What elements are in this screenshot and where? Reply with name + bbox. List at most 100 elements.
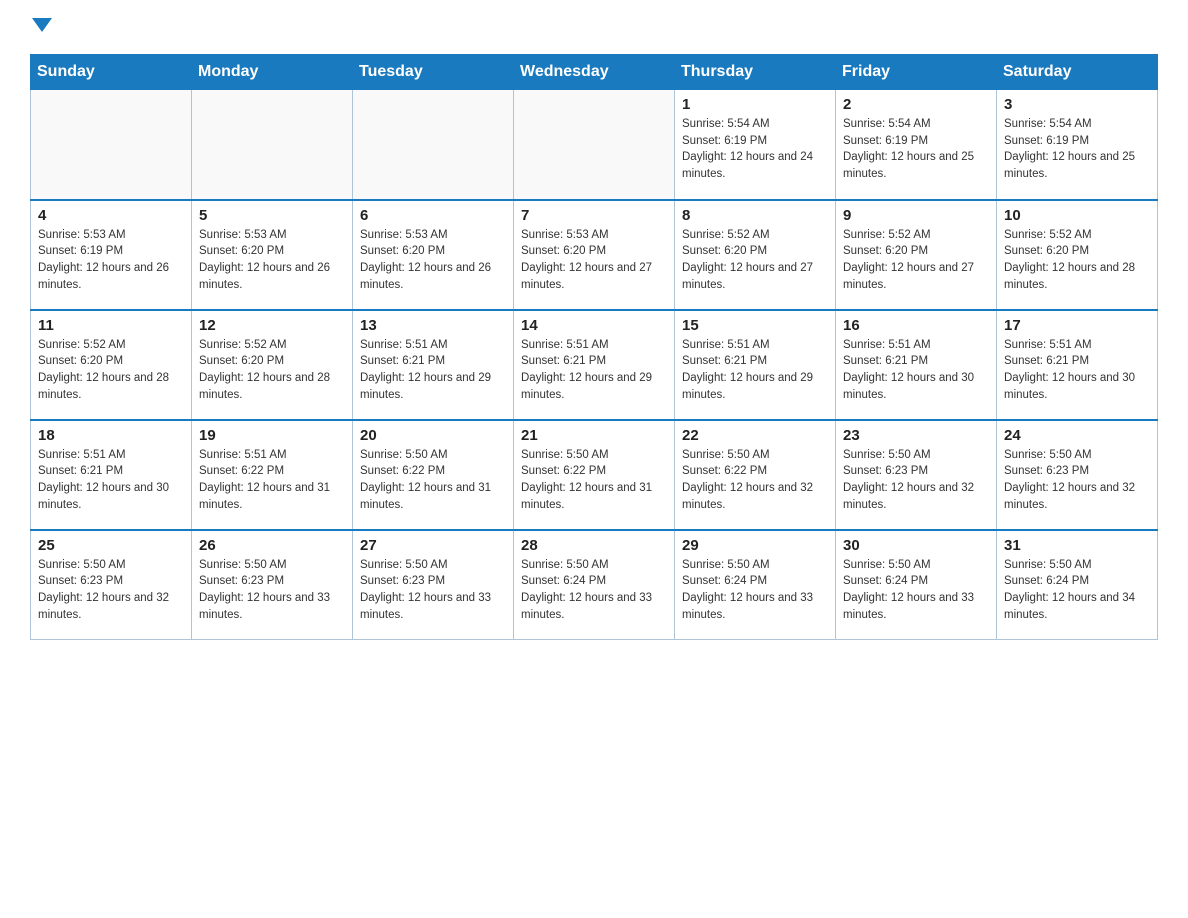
calendar-cell: 8 Sunrise: 5:52 AMSunset: 6:20 PMDaylight… bbox=[675, 200, 836, 310]
calendar-week-row: 1 Sunrise: 5:54 AMSunset: 6:19 PMDaylight… bbox=[31, 90, 1158, 200]
calendar-cell: 30 Sunrise: 5:50 AMSunset: 6:24 PMDayligh… bbox=[836, 530, 997, 640]
day-info: Sunrise: 5:50 AMSunset: 6:23 PMDaylight:… bbox=[360, 557, 506, 624]
day-info: Sunrise: 5:52 AMSunset: 6:20 PMDaylight:… bbox=[199, 337, 345, 404]
day-info: Sunrise: 5:51 AMSunset: 6:21 PMDaylight:… bbox=[360, 337, 506, 404]
calendar-cell: 13 Sunrise: 5:51 AMSunset: 6:21 PMDayligh… bbox=[353, 310, 514, 420]
calendar-cell: 20 Sunrise: 5:50 AMSunset: 6:22 PMDayligh… bbox=[353, 420, 514, 530]
calendar-cell: 4 Sunrise: 5:53 AMSunset: 6:19 PMDaylight… bbox=[31, 200, 192, 310]
calendar-cell bbox=[514, 90, 675, 200]
day-info: Sunrise: 5:53 AMSunset: 6:20 PMDaylight:… bbox=[199, 227, 345, 294]
day-info: Sunrise: 5:50 AMSunset: 6:23 PMDaylight:… bbox=[1004, 447, 1150, 514]
calendar-cell: 10Sunrise: 5:52 AMSunset: 6:20 PMDayligh… bbox=[997, 200, 1158, 310]
day-number: 31 bbox=[1004, 537, 1150, 554]
day-info: Sunrise: 5:54 AMSunset: 6:19 PMDaylight:… bbox=[1004, 116, 1150, 183]
day-number: 5 bbox=[199, 207, 345, 224]
weekday-header-row: SundayMondayTuesdayWednesdayThursdayFrid… bbox=[31, 55, 1158, 90]
day-info: Sunrise: 5:50 AMSunset: 6:24 PMDaylight:… bbox=[1004, 557, 1150, 624]
day-info: Sunrise: 5:52 AMSunset: 6:20 PMDaylight:… bbox=[38, 337, 184, 404]
weekday-header-sunday: Sunday bbox=[31, 55, 192, 90]
day-number: 26 bbox=[199, 537, 345, 554]
calendar-week-row: 11 Sunrise: 5:52 AMSunset: 6:20 PMDayligh… bbox=[31, 310, 1158, 420]
day-number: 1 bbox=[682, 96, 828, 113]
day-number: 7 bbox=[521, 207, 667, 224]
day-number: 19 bbox=[199, 427, 345, 444]
day-info: Sunrise: 5:51 AMSunset: 6:21 PMDaylight:… bbox=[38, 447, 184, 514]
calendar-week-row: 4 Sunrise: 5:53 AMSunset: 6:19 PMDaylight… bbox=[31, 200, 1158, 310]
calendar-cell: 23 Sunrise: 5:50 AMSunset: 6:23 PMDayligh… bbox=[836, 420, 997, 530]
day-number: 17 bbox=[1004, 317, 1150, 334]
calendar-week-row: 25 Sunrise: 5:50 AMSunset: 6:23 PMDayligh… bbox=[31, 530, 1158, 640]
day-info: Sunrise: 5:50 AMSunset: 6:24 PMDaylight:… bbox=[843, 557, 989, 624]
weekday-header-tuesday: Tuesday bbox=[353, 55, 514, 90]
weekday-header-thursday: Thursday bbox=[675, 55, 836, 90]
day-info: Sunrise: 5:51 AMSunset: 6:21 PMDaylight:… bbox=[682, 337, 828, 404]
day-info: Sunrise: 5:50 AMSunset: 6:23 PMDaylight:… bbox=[843, 447, 989, 514]
day-number: 14 bbox=[521, 317, 667, 334]
calendar-cell: 24Sunrise: 5:50 AMSunset: 6:23 PMDayligh… bbox=[997, 420, 1158, 530]
calendar-cell: 29Sunrise: 5:50 AMSunset: 6:24 PMDayligh… bbox=[675, 530, 836, 640]
day-number: 16 bbox=[843, 317, 989, 334]
day-info: Sunrise: 5:52 AMSunset: 6:20 PMDaylight:… bbox=[843, 227, 989, 294]
day-info: Sunrise: 5:51 AMSunset: 6:22 PMDaylight:… bbox=[199, 447, 345, 514]
calendar-cell: 31 Sunrise: 5:50 AMSunset: 6:24 PMDayligh… bbox=[997, 530, 1158, 640]
calendar-cell: 6Sunrise: 5:53 AMSunset: 6:20 PMDaylight… bbox=[353, 200, 514, 310]
day-info: Sunrise: 5:50 AMSunset: 6:22 PMDaylight:… bbox=[682, 447, 828, 514]
day-number: 9 bbox=[843, 207, 989, 224]
day-info: Sunrise: 5:53 AMSunset: 6:19 PMDaylight:… bbox=[38, 227, 184, 294]
day-info: Sunrise: 5:50 AMSunset: 6:24 PMDaylight:… bbox=[521, 557, 667, 624]
day-info: Sunrise: 5:50 AMSunset: 6:23 PMDaylight:… bbox=[199, 557, 345, 624]
day-info: Sunrise: 5:53 AMSunset: 6:20 PMDaylight:… bbox=[360, 227, 506, 294]
day-number: 23 bbox=[843, 427, 989, 444]
calendar-cell: 5 Sunrise: 5:53 AMSunset: 6:20 PMDaylight… bbox=[192, 200, 353, 310]
calendar-cell bbox=[192, 90, 353, 200]
day-info: Sunrise: 5:51 AMSunset: 6:21 PMDaylight:… bbox=[1004, 337, 1150, 404]
logo bbox=[30, 20, 52, 36]
calendar-table: SundayMondayTuesdayWednesdayThursdayFrid… bbox=[30, 54, 1158, 640]
calendar-cell: 21Sunrise: 5:50 AMSunset: 6:22 PMDayligh… bbox=[514, 420, 675, 530]
calendar-cell: 17 Sunrise: 5:51 AMSunset: 6:21 PMDayligh… bbox=[997, 310, 1158, 420]
day-info: Sunrise: 5:54 AMSunset: 6:19 PMDaylight:… bbox=[682, 116, 828, 183]
day-number: 30 bbox=[843, 537, 989, 554]
day-number: 25 bbox=[38, 537, 184, 554]
day-number: 20 bbox=[360, 427, 506, 444]
day-info: Sunrise: 5:50 AMSunset: 6:22 PMDaylight:… bbox=[360, 447, 506, 514]
calendar-cell: 12Sunrise: 5:52 AMSunset: 6:20 PMDayligh… bbox=[192, 310, 353, 420]
weekday-header-monday: Monday bbox=[192, 55, 353, 90]
day-number: 8 bbox=[682, 207, 828, 224]
calendar-cell: 26 Sunrise: 5:50 AMSunset: 6:23 PMDayligh… bbox=[192, 530, 353, 640]
day-number: 22 bbox=[682, 427, 828, 444]
logo-triangle-icon bbox=[32, 18, 52, 32]
day-info: Sunrise: 5:50 AMSunset: 6:22 PMDaylight:… bbox=[521, 447, 667, 514]
calendar-cell: 16 Sunrise: 5:51 AMSunset: 6:21 PMDayligh… bbox=[836, 310, 997, 420]
day-info: Sunrise: 5:51 AMSunset: 6:21 PMDaylight:… bbox=[843, 337, 989, 404]
calendar-cell: 14 Sunrise: 5:51 AMSunset: 6:21 PMDayligh… bbox=[514, 310, 675, 420]
calendar-cell: 19 Sunrise: 5:51 AMSunset: 6:22 PMDayligh… bbox=[192, 420, 353, 530]
calendar-cell: 11 Sunrise: 5:52 AMSunset: 6:20 PMDayligh… bbox=[31, 310, 192, 420]
calendar-cell: 18 Sunrise: 5:51 AMSunset: 6:21 PMDayligh… bbox=[31, 420, 192, 530]
day-number: 28 bbox=[521, 537, 667, 554]
calendar-cell: 7 Sunrise: 5:53 AMSunset: 6:20 PMDaylight… bbox=[514, 200, 675, 310]
day-number: 4 bbox=[38, 207, 184, 224]
calendar-cell: 27 Sunrise: 5:50 AMSunset: 6:23 PMDayligh… bbox=[353, 530, 514, 640]
weekday-header-wednesday: Wednesday bbox=[514, 55, 675, 90]
day-info: Sunrise: 5:53 AMSunset: 6:20 PMDaylight:… bbox=[521, 227, 667, 294]
calendar-cell: 1 Sunrise: 5:54 AMSunset: 6:19 PMDaylight… bbox=[675, 90, 836, 200]
day-info: Sunrise: 5:52 AMSunset: 6:20 PMDaylight:… bbox=[682, 227, 828, 294]
day-number: 11 bbox=[38, 317, 184, 334]
weekday-header-saturday: Saturday bbox=[997, 55, 1158, 90]
day-number: 13 bbox=[360, 317, 506, 334]
calendar-cell: 25 Sunrise: 5:50 AMSunset: 6:23 PMDayligh… bbox=[31, 530, 192, 640]
calendar-cell: 15Sunrise: 5:51 AMSunset: 6:21 PMDayligh… bbox=[675, 310, 836, 420]
calendar-week-row: 18 Sunrise: 5:51 AMSunset: 6:21 PMDayligh… bbox=[31, 420, 1158, 530]
calendar-cell: 9 Sunrise: 5:52 AMSunset: 6:20 PMDaylight… bbox=[836, 200, 997, 310]
calendar-cell: 22 Sunrise: 5:50 AMSunset: 6:22 PMDayligh… bbox=[675, 420, 836, 530]
calendar-cell bbox=[353, 90, 514, 200]
day-info: Sunrise: 5:51 AMSunset: 6:21 PMDaylight:… bbox=[521, 337, 667, 404]
day-number: 18 bbox=[38, 427, 184, 444]
calendar-cell: 28 Sunrise: 5:50 AMSunset: 6:24 PMDayligh… bbox=[514, 530, 675, 640]
day-info: Sunrise: 5:50 AMSunset: 6:23 PMDaylight:… bbox=[38, 557, 184, 624]
weekday-header-friday: Friday bbox=[836, 55, 997, 90]
calendar-cell: 3Sunrise: 5:54 AMSunset: 6:19 PMDaylight… bbox=[997, 90, 1158, 200]
day-number: 27 bbox=[360, 537, 506, 554]
day-info: Sunrise: 5:54 AMSunset: 6:19 PMDaylight:… bbox=[843, 116, 989, 183]
